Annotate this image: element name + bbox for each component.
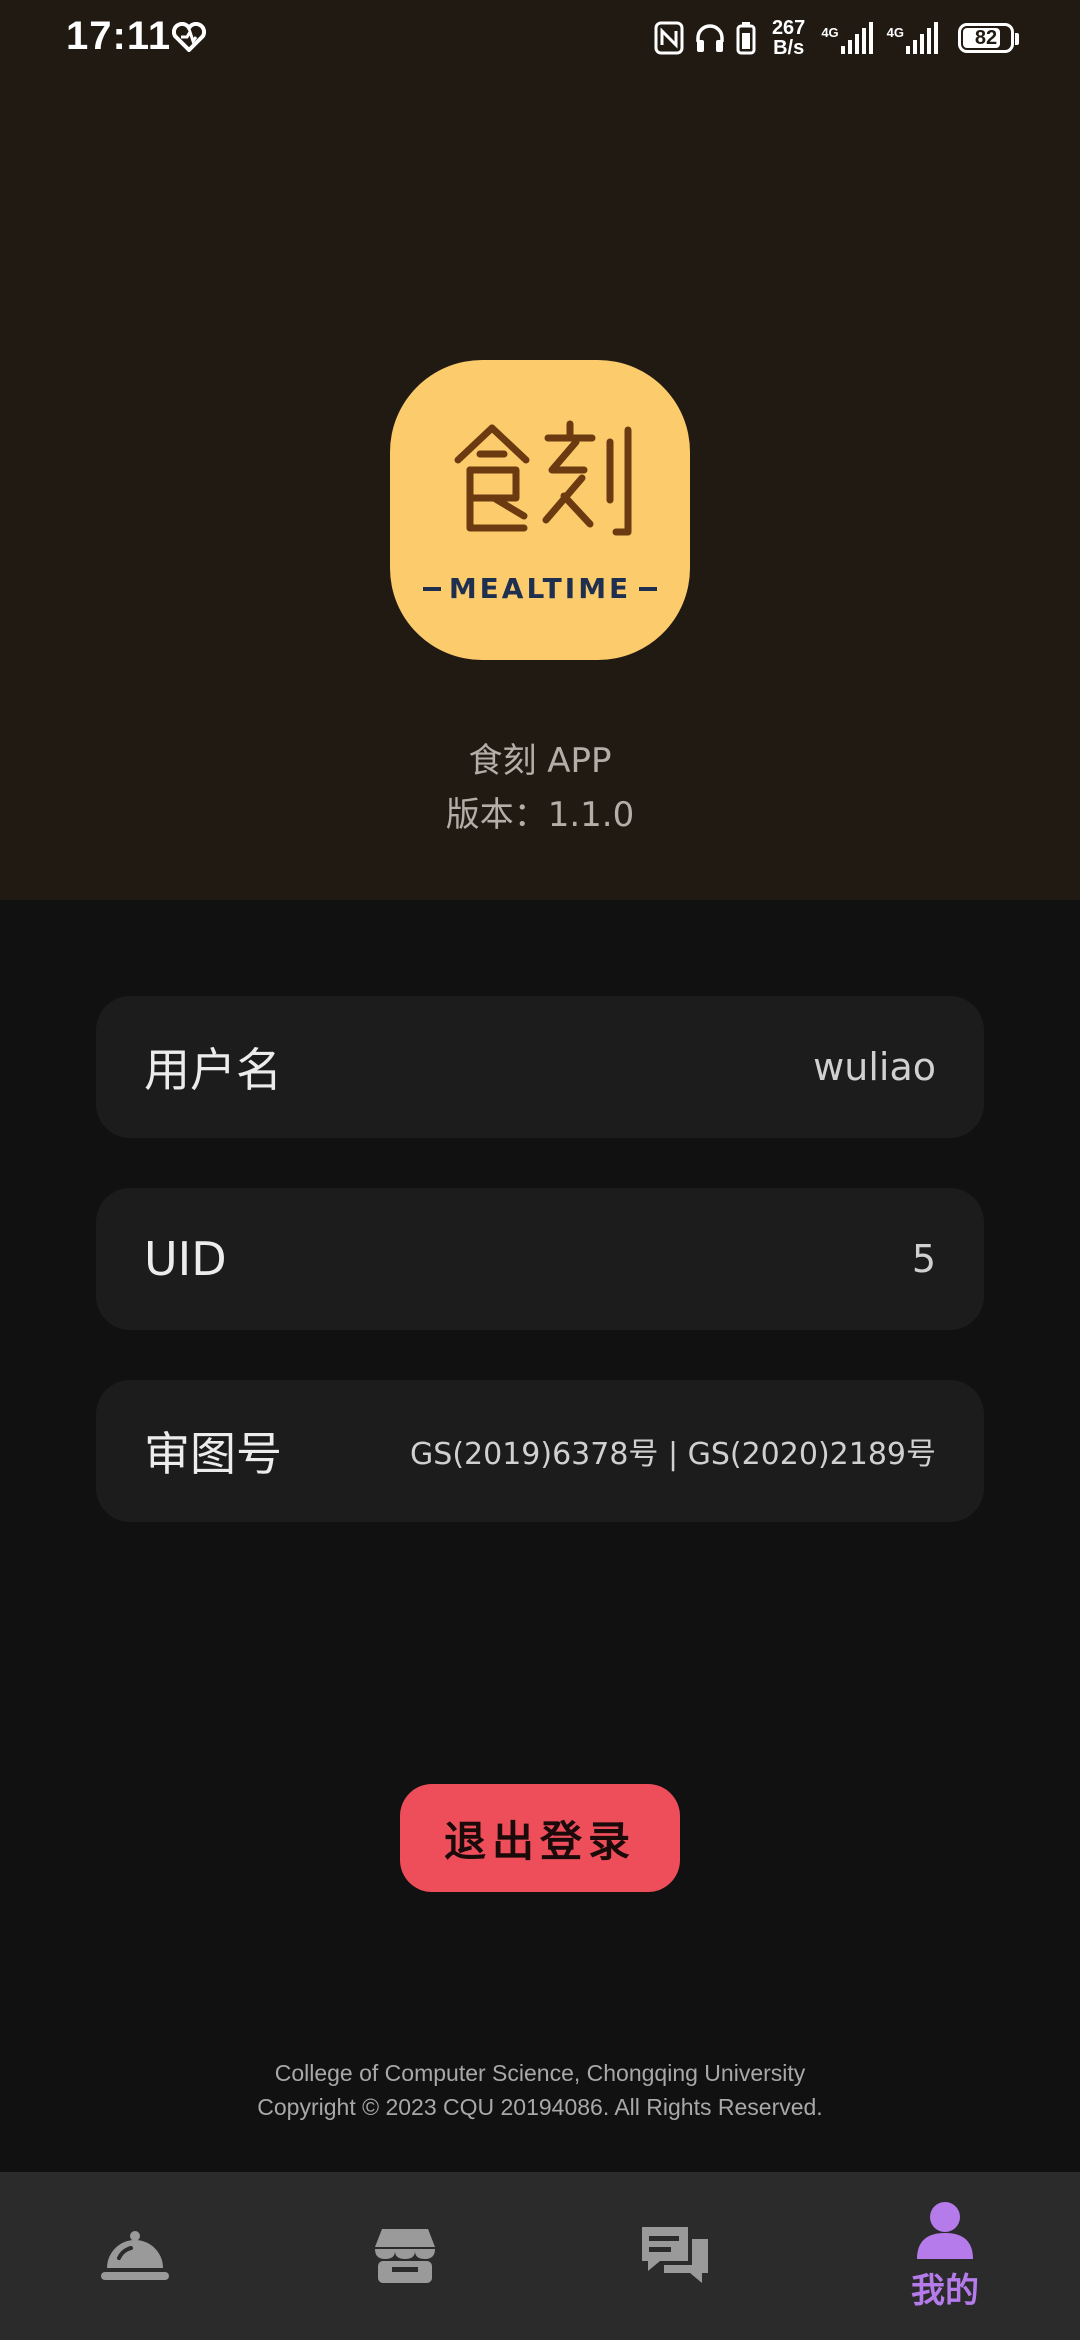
signal-sim2: 4G: [887, 22, 942, 54]
bottom-nav: 我的: [0, 2172, 1080, 2340]
app-logo-text: MEALTIME: [448, 572, 632, 605]
nav-item-me[interactable]: 我的: [810, 2172, 1080, 2340]
network-type-label: 4G: [886, 25, 904, 40]
status-bar: 17:11 267 B/s 4G 4G 82: [0, 0, 1080, 76]
status-icons: 267 B/s 4G 4G 82: [654, 14, 1019, 62]
footer-college: College of Computer Science, Chongqing U…: [274, 2060, 806, 2086]
map-approval-label: 审图号: [144, 1427, 282, 1481]
chat-icon: [642, 2227, 708, 2283]
signal-sim1: 4G: [821, 22, 876, 54]
uid-row: UID 5: [96, 1188, 984, 1330]
nav-item-messages[interactable]: [540, 2172, 810, 2340]
logout-button[interactable]: 退出登录: [400, 1784, 680, 1892]
battery-level: 82: [974, 26, 998, 49]
nav-item-store[interactable]: [270, 2172, 540, 2340]
battery-cap: [1015, 33, 1019, 45]
username-value: wuliao: [813, 1045, 936, 1089]
username-label: 用户名: [144, 1043, 282, 1097]
nav-label-me: 我的: [911, 2270, 979, 2311]
footer-copyright: Copyright © 2023 CQU 20194086. All Right…: [257, 2094, 823, 2120]
app-logo-glyph: [454, 420, 632, 536]
logo-dash: [639, 586, 658, 591]
uid-label: UID: [144, 1232, 227, 1286]
map-approval-value: GS(2019)6378号 | GS(2020)2189号: [410, 1437, 936, 1472]
app-logo: MEALTIME: [390, 360, 690, 660]
heart-icon: [171, 21, 207, 56]
headphones-icon: [694, 22, 726, 54]
status-time: 17:11: [66, 14, 172, 58]
user-icon: [917, 2201, 973, 2259]
signal-bars-icon: [906, 22, 938, 54]
network-speed-value: 267: [771, 17, 806, 39]
logo-dash: [422, 586, 441, 591]
username-row: 用户名 wuliao: [96, 996, 984, 1138]
uid-value: 5: [911, 1237, 936, 1281]
network-speed-unit: B/s: [773, 37, 805, 59]
app-header: 17:11 267 B/s 4G 4G 82 MEALTIME 食刻 APP 版…: [0, 0, 1080, 900]
network-speed: 267 B/s: [772, 18, 805, 58]
battery-saver-icon: [736, 21, 756, 55]
nav-item-food[interactable]: [0, 2172, 270, 2340]
network-type-label: 4G: [821, 25, 839, 40]
app-version: 版本：1.1.0: [445, 795, 635, 835]
nfc-icon: [654, 21, 684, 55]
app-logo-wordmark: MEALTIME: [390, 572, 690, 605]
food-cloche-icon: [101, 2231, 169, 2280]
map-approval-row: 审图号 GS(2019)6378号 | GS(2020)2189号: [96, 1380, 984, 1522]
app-name: 食刻 APP: [468, 741, 612, 781]
battery-icon: 82: [958, 23, 1019, 53]
store-icon: [375, 2229, 435, 2283]
signal-bars-icon: [840, 22, 873, 54]
